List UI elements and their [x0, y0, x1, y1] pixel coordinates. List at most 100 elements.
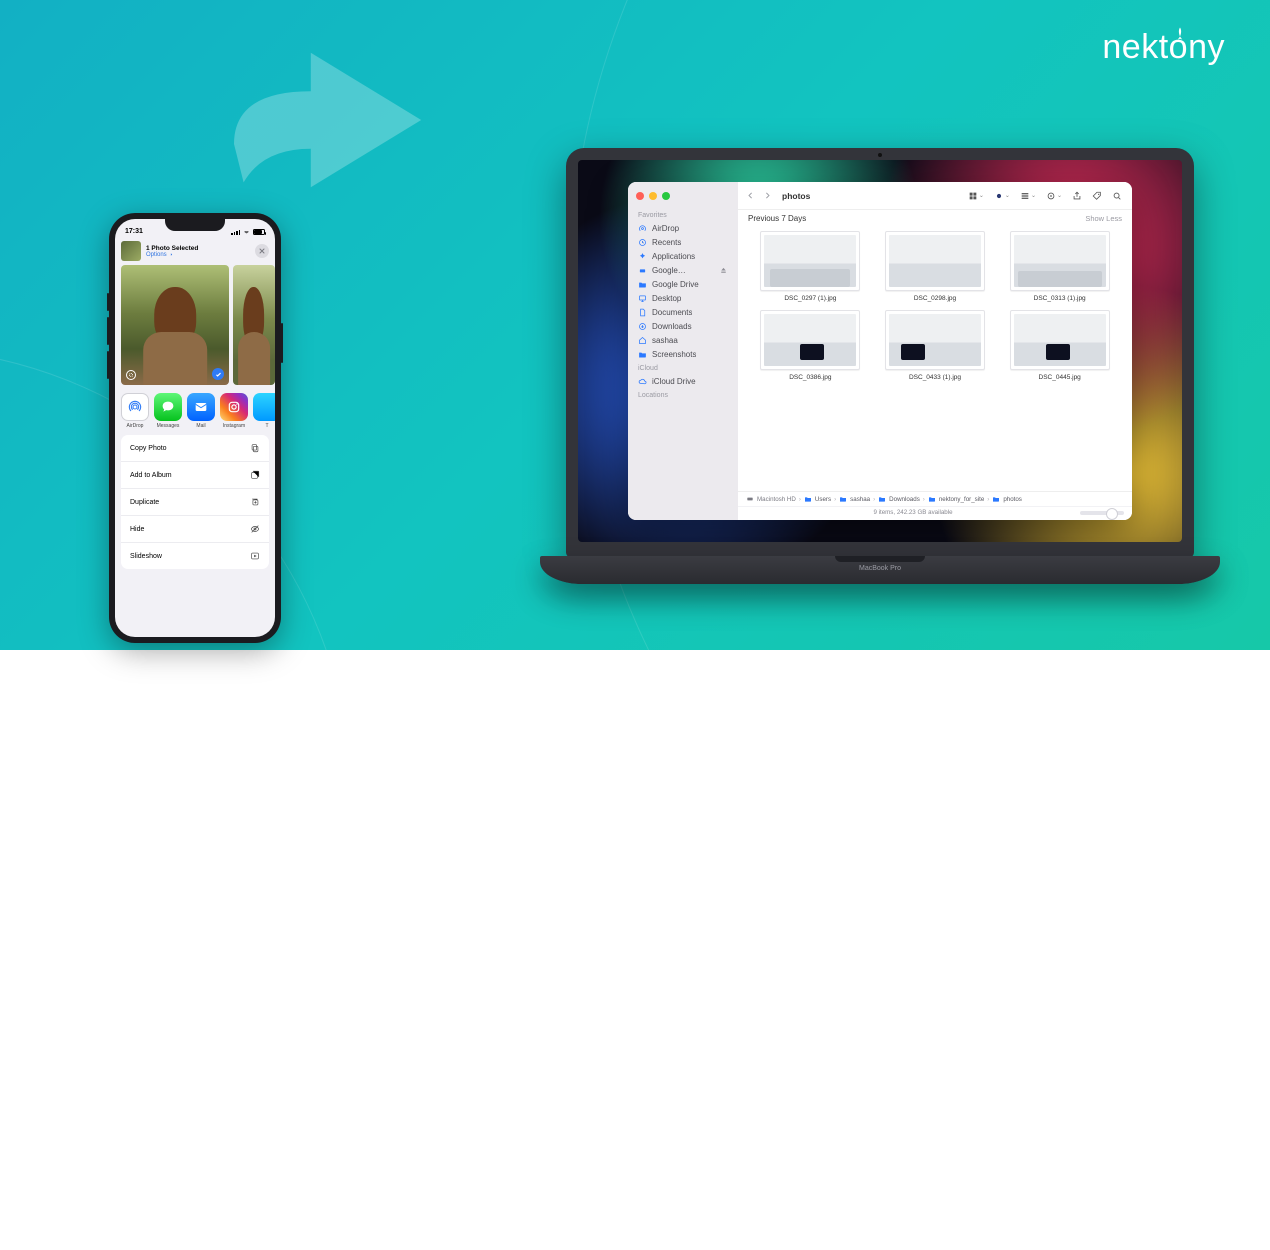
section-header: Previous 7 Days — [748, 214, 806, 223]
finder-window[interactable]: Favorites AirDrop Recents Applications G… — [628, 182, 1132, 520]
share-app-instagram[interactable]: Instagram — [220, 393, 248, 429]
status-bar: 9 items, 242.23 GB available — [738, 506, 1132, 520]
search-button[interactable] — [1110, 189, 1124, 203]
folder-icon — [992, 495, 1000, 503]
action-slideshow[interactable]: Slideshow — [121, 543, 269, 569]
file-name: DSC_0386.jpg — [789, 374, 831, 381]
photo-strip[interactable] — [115, 265, 275, 385]
sidebar-section-locations: Locations — [628, 388, 738, 401]
share-options-link[interactable]: Options — [146, 252, 250, 258]
folder-icon — [928, 495, 936, 503]
file-item[interactable]: DSC_0313 (1).jpg — [1001, 231, 1118, 302]
photo-main[interactable] — [121, 265, 229, 385]
folder-icon — [878, 495, 886, 503]
file-item[interactable]: DSC_0298.jpg — [877, 231, 994, 302]
file-item[interactable]: DSC_0297 (1).jpg — [752, 231, 869, 302]
iphone-notch — [165, 219, 225, 231]
file-grid: DSC_0297 (1).jpg DSC_0298.jpg DSC_0313 (… — [738, 223, 1132, 491]
file-item[interactable]: DSC_0445.jpg — [1001, 310, 1118, 381]
share-app-airdrop[interactable]: AirDrop — [121, 393, 149, 429]
status-time: 17:31 — [125, 228, 143, 235]
window-minimize-button[interactable] — [649, 192, 657, 200]
chevron-right-icon — [169, 252, 174, 257]
share-app-messages[interactable]: Messages — [154, 393, 182, 429]
hd-icon — [746, 495, 754, 503]
eject-icon[interactable] — [719, 266, 728, 275]
search-icon — [1112, 191, 1122, 201]
wifi-icon — [243, 230, 250, 235]
file-name: DSC_0313 (1).jpg — [1034, 295, 1086, 302]
folder-icon — [638, 280, 647, 289]
share-actions-list: Copy Photo Add to Album Duplicate Hide S… — [121, 435, 269, 569]
share-icon — [1072, 191, 1082, 201]
album-icon — [250, 470, 260, 480]
show-less-link[interactable]: Show Less — [1085, 214, 1122, 223]
sidebar-item-icloud-drive[interactable]: iCloud Drive — [628, 374, 738, 388]
file-name: DSC_0433 (1).jpg — [909, 374, 961, 381]
macbook-model-label: MacBook Pro — [540, 565, 1220, 572]
share-app-mail[interactable]: Mail — [187, 393, 215, 429]
macbook-mockup: Favorites AirDrop Recents Applications G… — [540, 148, 1220, 584]
action-hide[interactable]: Hide — [121, 516, 269, 543]
sidebar-item-airdrop[interactable]: AirDrop — [628, 221, 738, 235]
sidebar-item-recents[interactable]: Recents — [628, 235, 738, 249]
selected-check-icon — [212, 368, 224, 380]
selected-photo-thumb — [121, 241, 141, 261]
path-bar[interactable]: Macintosh HD› Users› sashaa› Downloads› … — [738, 491, 1132, 506]
iphone-mockup: 17:31 1 Photo Selected Options — [109, 213, 281, 643]
airdrop-icon — [127, 399, 143, 415]
action-copy-photo[interactable]: Copy Photo — [121, 435, 269, 462]
sidebar-item-user[interactable]: sashaa — [628, 333, 738, 347]
brand-logo: nektony — [1102, 28, 1225, 67]
macbook-desktop-wallpaper: Favorites AirDrop Recents Applications G… — [578, 160, 1182, 542]
sidebar-section-icloud: iCloud — [628, 361, 738, 374]
window-close-button[interactable] — [636, 192, 644, 200]
share-apps-row: AirDrop Messages Mail Instagram T — [115, 385, 275, 435]
finder-toolbar: photos ⌄ ⌄ ⌄ ⌄ — [738, 182, 1132, 210]
sidebar-item-google-volume[interactable]: Google… — [628, 263, 738, 277]
action-add-to-album[interactable]: Add to Album — [121, 462, 269, 489]
close-button[interactable] — [255, 244, 269, 258]
home-icon — [638, 336, 647, 345]
messages-icon — [160, 399, 176, 415]
grid-icon — [968, 191, 978, 201]
sort-button[interactable]: ⌄ — [1018, 189, 1038, 203]
sidebar-item-desktop[interactable]: Desktop — [628, 291, 738, 305]
instagram-icon — [226, 399, 242, 415]
window-controls[interactable] — [628, 188, 738, 208]
share-app-more[interactable]: T — [253, 393, 275, 429]
sidebar-item-screenshots[interactable]: Screenshots — [628, 347, 738, 361]
sidebar-item-google-drive[interactable]: Google Drive — [628, 277, 738, 291]
file-item[interactable]: DSC_0433 (1).jpg — [877, 310, 994, 381]
photo-next[interactable] — [233, 265, 275, 385]
nav-back-button[interactable] — [746, 191, 755, 200]
sidebar-item-downloads[interactable]: Downloads — [628, 319, 738, 333]
group-icon — [994, 191, 1004, 201]
icon-size-slider[interactable] — [1080, 511, 1124, 515]
share-button[interactable] — [1070, 189, 1084, 203]
action-button[interactable]: ⌄ — [1044, 189, 1064, 203]
tag-icon — [1092, 191, 1102, 201]
desktop-icon — [638, 294, 647, 303]
clock-icon — [638, 238, 647, 247]
share-arrow-watermark — [210, 20, 450, 220]
sort-icon — [1020, 191, 1030, 201]
tags-button[interactable] — [1090, 189, 1104, 203]
folder-icon — [839, 495, 847, 503]
action-duplicate[interactable]: Duplicate — [121, 489, 269, 516]
cellular-icon — [231, 230, 240, 235]
view-mode-button[interactable]: ⌄ — [966, 189, 986, 203]
battery-icon — [253, 229, 265, 235]
window-zoom-button[interactable] — [662, 192, 670, 200]
group-button[interactable]: ⌄ — [992, 189, 1012, 203]
file-name: DSC_0297 (1).jpg — [784, 295, 836, 302]
gear-action-icon — [1046, 191, 1056, 201]
sidebar-item-documents[interactable]: Documents — [628, 305, 738, 319]
sidebar-item-applications[interactable]: Applications — [628, 249, 738, 263]
copy-icon — [250, 443, 260, 453]
nav-forward-button[interactable] — [763, 191, 772, 200]
share-sheet-header: 1 Photo Selected Options — [115, 237, 275, 265]
file-item[interactable]: DSC_0386.jpg — [752, 310, 869, 381]
mail-icon — [193, 399, 209, 415]
close-icon — [258, 247, 266, 255]
